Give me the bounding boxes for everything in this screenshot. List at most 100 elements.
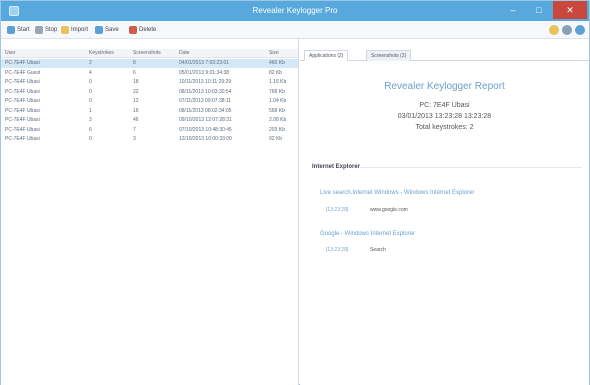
support-icon[interactable] [575,25,585,35]
stop-label: Stop [45,27,58,33]
table-cell: PC-7E4F Ubasi [5,60,40,66]
report-pc: PC: 7E4F Ubasi [419,102,470,109]
table-cell: 05/01/2013 9:01:34:38 [179,69,230,76]
stop-button[interactable]: Stop [35,25,57,35]
table-cell: PC-7E4F Ubasi [5,126,40,133]
start-button[interactable]: Start [7,25,30,35]
entry-window-title[interactable]: Google - Windows Internet Explorer [320,231,415,237]
table-cell: 07/10/2013 10:48:30:45 [179,126,232,133]
table-cell: 0 [89,79,92,85]
table-row[interactable]: PC-7E4F Ubasi 0 18 10/11/2013 10:11:29:29 1.… [1,78,298,87]
table-cell: 3 [133,136,136,142]
tab-screenshots[interactable]: Screenshots (2) [366,50,412,61]
save-button[interactable]: Save [95,25,119,35]
table-cell: 92 Kb [269,136,283,142]
table-cell: 1.16 Kb [269,79,287,85]
table-cell: PC-7E4F Ubasi [5,107,40,114]
table-cell: 2.08 Kb [269,117,287,123]
table-cell: 10/11/2013 10:11:29:29 [179,79,232,85]
delete-icon [129,26,137,34]
log-list-panel: User Keystrokes Screenshots Date Size PC… [1,39,299,385]
table-cell: 203 Kb [269,126,285,133]
minimize-button[interactable]: – [501,1,525,19]
entry-time: [13:23:28] [326,247,349,253]
entry-text: Search [370,247,386,253]
entry-window-title[interactable]: Live search.Internet Windows - Windows I… [320,190,474,196]
table-cell: 460 Kb [269,60,285,66]
delete-button[interactable]: Delete [129,25,156,35]
tab-applications[interactable]: Applications (2) [304,50,349,61]
entry-text: www.google.com [370,207,408,213]
column-keystrokes[interactable]: Keystrokes [89,50,114,56]
table-cell: 8 [133,60,136,66]
table-cell: 2 [89,60,92,66]
settings-icon[interactable] [562,25,572,35]
table-row[interactable]: PC-7E4F Ubasi 3 46 09/10/2013 12:07:28:31 2.… [1,116,298,125]
table-cell: PC-7E4F Ubasi [5,117,40,123]
table-cell: 1 [89,107,92,114]
import-button[interactable]: Import [61,25,88,35]
save-icon [95,26,103,34]
help-icon[interactable] [549,25,559,35]
table-cell: 7 [133,126,136,133]
table-row[interactable]: PC-7E4F Ubasi 6 7 07/10/2013 10:48:30:45 203… [1,126,298,135]
table-cell: 09/10/2013 12:07:28:31 [179,117,232,123]
table-row[interactable]: PC-7E4F Ubasi 2 8 04/01/2013 7:02:23:01 460 … [1,59,298,68]
table-cell: 04/01/2013 7:02:23:01 [179,60,230,66]
table-cell: 22 [133,88,139,95]
column-date[interactable]: Date [179,50,190,56]
section-internet-explorer: Internet Explorer [312,164,361,170]
import-label: Import [71,27,89,33]
report-datetime: 03/01/2013 13:23:28 13:23:28 [397,113,492,120]
delete-label: Delete [139,27,157,33]
table-cell: 08/11/2013 10:03:30:54 [179,88,232,95]
table-cell: 08/11/2013 08:02:34:05 [179,107,232,114]
section-divider [360,167,582,168]
report-title: Revealer Keylogger Report [384,81,505,92]
maximize-button[interactable]: □ [527,1,551,19]
app-window: Revealer Keylogger Pro – □ ✕ Start Stop … [0,0,590,385]
title-bar[interactable]: Revealer Keylogger Pro – □ ✕ [1,1,589,21]
table-cell: 16 [133,107,139,114]
table-row[interactable]: PC-7E4F Ubasi 0 22 08/11/2013 10:03:30:54 76… [1,88,298,97]
table-cell: PC-7E4F Ubasi [5,88,40,95]
log-table-header: User Keystrokes Screenshots Date Size [1,49,298,58]
table-cell: 6 [133,69,136,76]
play-icon [7,26,15,34]
table-cell: 12 [133,98,139,104]
stop-icon [35,26,43,34]
table-cell: PC-7E4F Ubasi [5,79,40,85]
table-row[interactable]: PC-7E4F Ubasi 0 3 12/10/2013 10:00:33:00 92 … [1,135,298,144]
table-cell: PC-7E4F Ubasi [5,136,40,142]
close-button[interactable]: ✕ [553,1,587,19]
table-cell: 768 Kb [269,88,285,95]
table-cell: 4 [89,69,92,76]
column-size[interactable]: Size [269,50,279,56]
toolbar: Start Stop Import Save Delete [1,21,589,39]
folder-icon [61,26,69,34]
table-cell: 18 [133,79,139,85]
report-panel: Applications (2) Screenshots (2) Reveale… [300,39,589,385]
table-cell: 0 [89,98,92,104]
table-cell: PC-7E4F Ubasi [5,98,40,104]
table-cell: 07/11/2013 09:07:38:11 [179,98,232,104]
column-user[interactable]: User [5,50,16,56]
entry-time: [13:23:28] [326,207,349,213]
table-row[interactable]: PC-7E4F Guest 4 6 05/01/2013 9:01:34:38 82 K… [1,69,298,78]
table-cell: PC-7E4F Guest [5,69,41,76]
table-cell: 3 [89,117,92,123]
table-cell: 12/10/2013 10:00:33:00 [179,136,232,142]
report-tabs: Applications (2) Screenshots (2) [300,49,589,61]
table-cell: 1.04 Kb [269,98,287,104]
table-cell: 0 [89,88,92,95]
table-row[interactable]: PC-7E4F Ubasi 0 12 07/11/2013 09:07:38:11 1.… [1,97,298,106]
table-row[interactable]: PC-7E4F Ubasi 1 16 08/11/2013 08:02:34:05 56… [1,107,298,116]
table-cell: 6 [89,126,92,133]
table-cell: 82 Kb [269,69,283,76]
column-screenshots[interactable]: Screenshots [133,50,161,56]
table-cell: 568 Kb [269,107,285,114]
table-cell: 0 [89,136,92,142]
save-label: Save [105,27,119,33]
report-total: Total keystrokes: 2 [415,124,474,131]
start-label: Start [17,27,30,33]
